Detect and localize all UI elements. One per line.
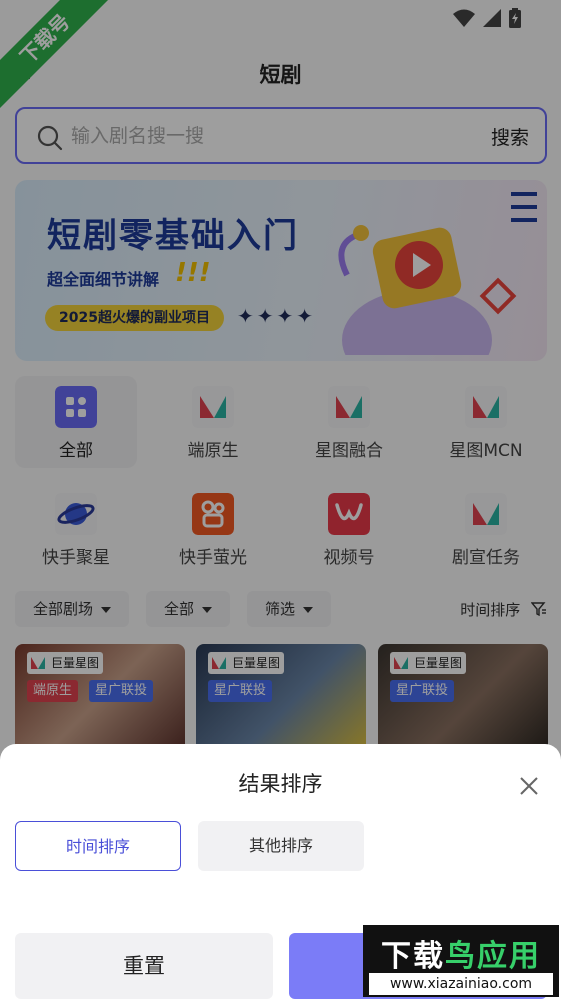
watermark-url: www.xiazainiao.com: [369, 973, 553, 995]
reset-button[interactable]: 重置: [15, 933, 273, 999]
sheet-title: 结果排序: [238, 772, 323, 796]
sort-option-other[interactable]: 其他排序: [198, 821, 364, 871]
watermark-title-a: 下载: [381, 939, 445, 974]
watermark-title-b: 鸟应用: [445, 939, 541, 974]
sort-option-time[interactable]: 时间排序: [15, 821, 181, 871]
close-icon[interactable]: [517, 774, 541, 798]
watermark-title: 下载鸟应用: [363, 931, 559, 975]
site-watermark: 下载鸟应用 www.xiazainiao.com: [363, 925, 559, 997]
